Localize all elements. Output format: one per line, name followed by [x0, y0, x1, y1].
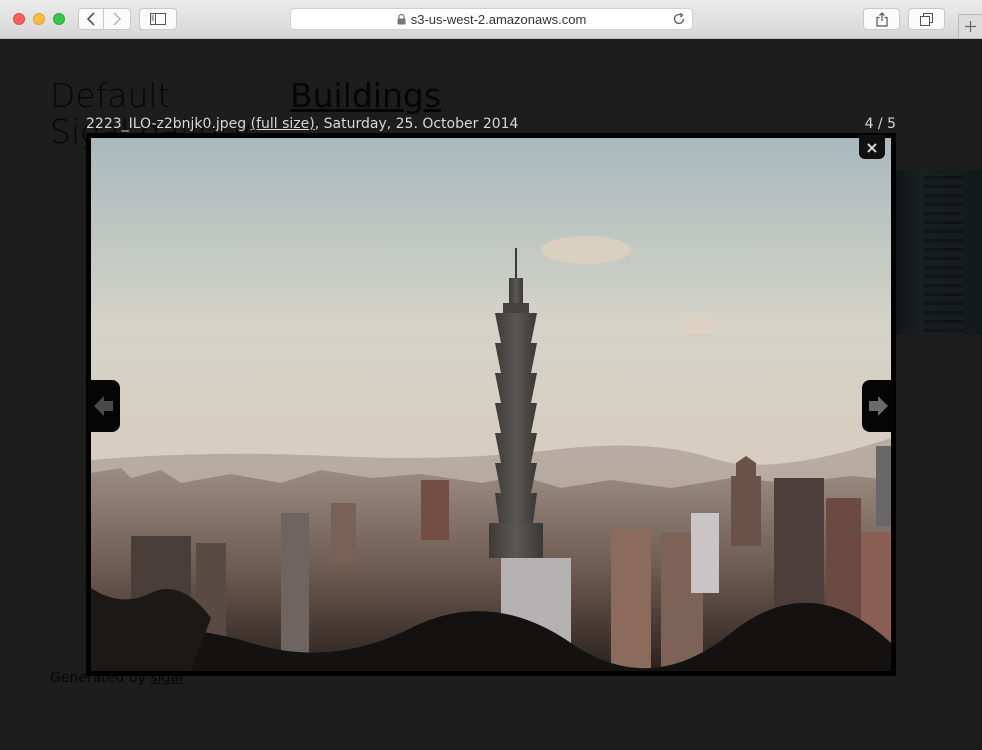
lock-icon: [397, 13, 406, 24]
window-maximize-button[interactable]: [53, 13, 65, 25]
breadcrumb-album[interactable]: Buildings: [290, 78, 441, 114]
window-close-button[interactable]: [13, 13, 25, 25]
arrow-left-icon: [94, 396, 113, 416]
image-counter: 4 / 5: [864, 116, 896, 132]
album-thumbnail[interactable]: [893, 170, 982, 335]
show-tabs-button[interactable]: [908, 8, 945, 30]
image-caption: 2223_ILO-z2bnjk0.jpeg (full size), Satur…: [86, 116, 518, 132]
image-filename: 2223_ILO-z2bnjk0.jpeg: [86, 116, 247, 132]
window-minimize-button[interactable]: [33, 13, 45, 25]
close-lightbox-button[interactable]: ×: [859, 135, 885, 159]
reload-icon[interactable]: [672, 12, 686, 26]
browser-toolbar: s3-us-west-2.amazonaws.com: [0, 0, 982, 39]
forward-button[interactable]: [104, 8, 131, 30]
plus-icon: [965, 21, 976, 32]
tabs-icon: [920, 12, 933, 26]
lightbox-photo: [91, 138, 891, 671]
close-icon: ×: [865, 137, 879, 157]
lightbox-frame: [86, 133, 896, 676]
city-skyline-image: [91, 138, 891, 671]
back-icon: [86, 12, 95, 26]
share-icon: [875, 11, 888, 27]
url-text: s3-us-west-2.amazonaws.com: [410, 11, 587, 27]
forward-icon: [113, 12, 122, 26]
full-size-link[interactable]: (full size): [251, 116, 315, 132]
share-button[interactable]: [863, 8, 900, 30]
sidebar-icon: [150, 13, 166, 25]
address-bar[interactable]: s3-us-west-2.amazonaws.com: [290, 8, 693, 30]
back-button[interactable]: [78, 8, 104, 30]
sidebar-button[interactable]: [139, 8, 177, 30]
next-image-button[interactable]: [862, 380, 894, 432]
image-date: , Saturday, 25. October 2014: [314, 116, 519, 132]
previous-image-button[interactable]: [88, 380, 120, 432]
new-tab-button[interactable]: [958, 14, 982, 38]
arrow-right-icon: [869, 396, 888, 416]
